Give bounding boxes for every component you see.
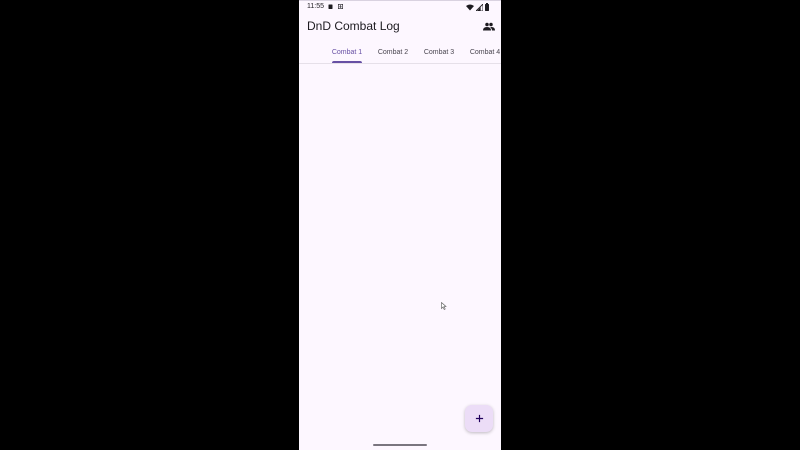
combat-log-content xyxy=(299,64,501,444)
tab-label: Combat 2 xyxy=(377,48,409,56)
add-combat-button[interactable] xyxy=(465,405,493,432)
status-bar: 11:55 xyxy=(299,1,501,13)
download-icon xyxy=(338,4,343,9)
battery-icon xyxy=(485,3,489,11)
app-title: DnD Combat Log xyxy=(307,19,400,33)
combat-tabs: Combat 1 Combat 2 Combat 3 Combat 4 xyxy=(299,41,501,64)
wifi-icon xyxy=(466,4,474,10)
clipboard-icon xyxy=(328,4,333,9)
gesture-navigation-bar[interactable] xyxy=(373,444,427,446)
players-button[interactable] xyxy=(481,18,497,34)
tab-label: Combat 1 xyxy=(331,48,363,56)
tab-indicator xyxy=(332,61,362,63)
add-icon xyxy=(475,414,483,423)
tab-label: Combat 3 xyxy=(423,48,455,56)
people-icon xyxy=(483,22,495,30)
mouse-cursor-icon xyxy=(441,302,447,310)
tab-combat-1[interactable]: Combat 1 xyxy=(329,41,365,63)
tab-combat-4[interactable]: Combat 4 xyxy=(467,41,501,63)
tab-label: Combat 4 xyxy=(469,48,501,56)
signal-icon xyxy=(476,3,483,11)
tab-combat-3[interactable]: Combat 3 xyxy=(421,41,457,63)
status-icons xyxy=(466,3,489,11)
tab-combat-2[interactable]: Combat 2 xyxy=(375,41,411,63)
status-time: 11:55 xyxy=(307,3,324,10)
top-app-bar: DnD Combat Log xyxy=(299,13,501,41)
phone-screen: 11:55 DnD Combat Log Combat 1 Combat 2 C… xyxy=(299,0,501,450)
